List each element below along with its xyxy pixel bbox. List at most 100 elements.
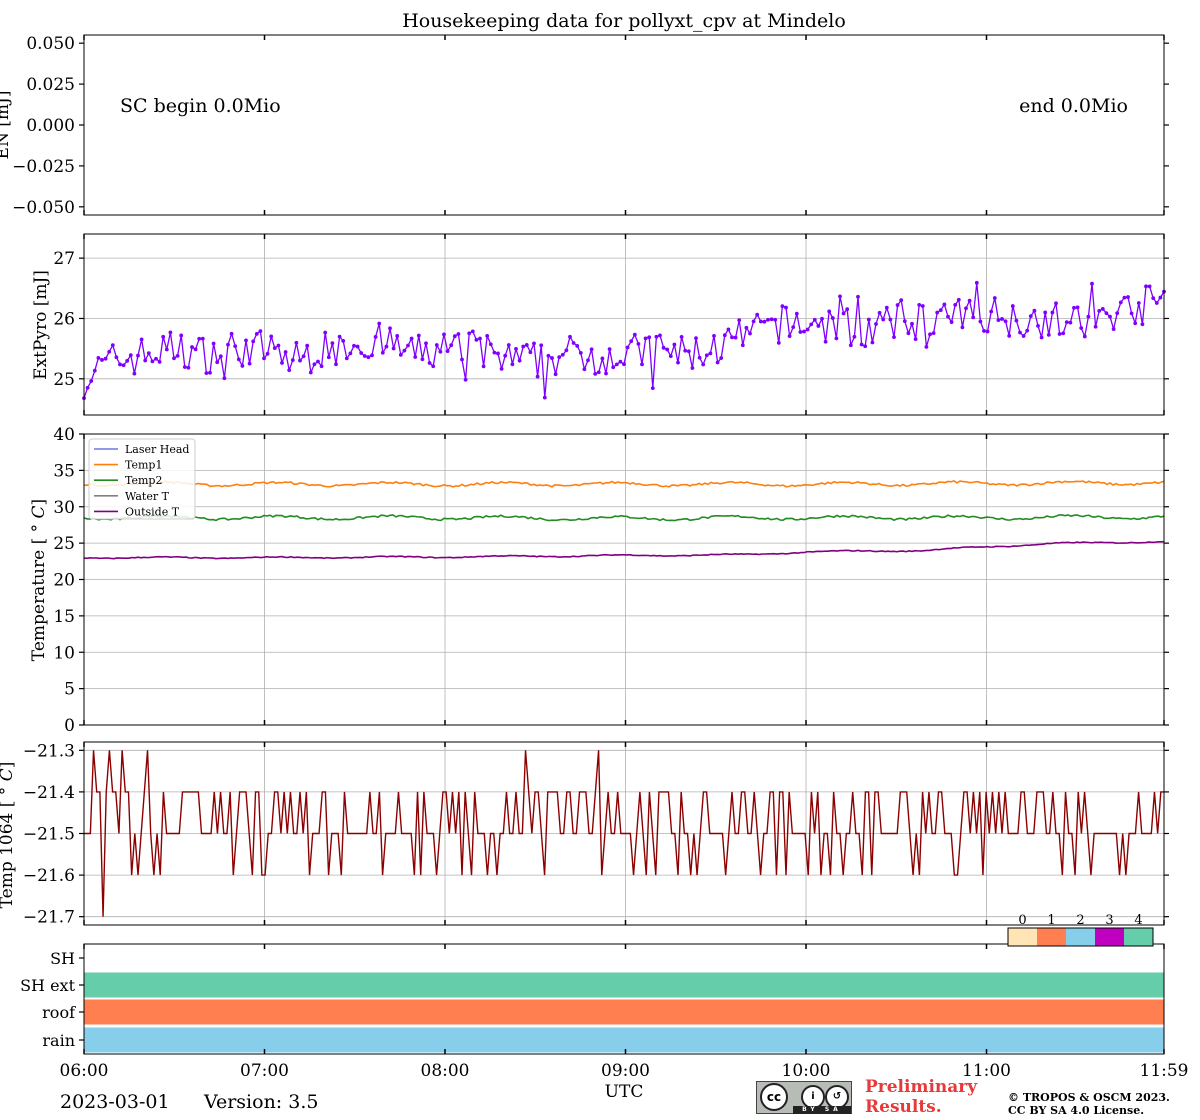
cc-icon: cc [760, 1083, 788, 1111]
extpyro-point [676, 360, 680, 365]
extpyro-point [586, 358, 590, 363]
extpyro-point [481, 364, 486, 369]
x-tick-label: 07:00 [240, 1061, 289, 1081]
y-tick-label: 0 [64, 716, 75, 736]
extpyro-point [1100, 307, 1105, 311]
extpyro-point [323, 330, 328, 335]
extpyro-point [884, 305, 889, 310]
extpyro-point [1129, 311, 1134, 316]
extpyro-point [1108, 314, 1112, 319]
extpyro-point [766, 317, 770, 322]
extpyro-point [550, 356, 554, 360]
extpyro-point [229, 331, 234, 336]
y-tick-label: −21.4 [23, 783, 75, 803]
extpyro-point [1151, 296, 1156, 301]
x-tick-label: 06:00 [60, 1061, 109, 1081]
extpyro-point [1050, 310, 1055, 315]
extpyro-point [384, 344, 389, 349]
extpyro-point [528, 350, 533, 355]
extpyro-point [557, 355, 562, 360]
extpyro-point [514, 347, 518, 351]
extpyro-point [816, 324, 821, 328]
extpyro-point [463, 377, 468, 382]
y-tick-label: 26 [53, 309, 75, 329]
extpyro-point [1097, 308, 1102, 313]
version-label: Version: 3.5 [204, 1091, 319, 1113]
extpyro-point [1115, 311, 1120, 316]
preliminary-notice: Preliminary Results. [865, 1077, 977, 1117]
extpyro-point [204, 371, 209, 376]
extpyro-point [758, 319, 763, 324]
extpyro-point [625, 345, 630, 350]
extpyro-point [478, 336, 482, 341]
extpyro-point [704, 353, 709, 358]
extpyro-point [373, 335, 378, 339]
extpyro-point [114, 355, 119, 360]
extpyro-point [157, 359, 162, 364]
extpyro-point [128, 353, 133, 358]
extpyro-point [1032, 308, 1037, 313]
extpyro-point [906, 331, 911, 336]
extpyro-point [139, 337, 144, 342]
extpyro-point [985, 329, 990, 334]
extpyro-point [283, 350, 288, 354]
extpyro-point [575, 344, 580, 348]
sc-begin-annotation: SC begin 0.0Mio [120, 95, 281, 117]
colorbar-tick-label: 3 [1105, 913, 1113, 928]
extpyro-point [697, 355, 702, 360]
legend-entry: Water T [125, 490, 170, 503]
extpyro-point [845, 307, 850, 312]
extpyro-point [1082, 334, 1087, 339]
extpyro-point [614, 362, 619, 367]
colorbar-tick-label: 0 [1018, 913, 1026, 928]
extpyro-point [744, 325, 749, 330]
extpyro-point [524, 343, 529, 347]
extpyro-point [416, 333, 421, 338]
extpyro-point [402, 348, 407, 353]
extpyro-point [301, 354, 306, 359]
extpyro-point [161, 334, 166, 339]
extpyro-point [330, 341, 335, 346]
x-tick-label: 11:59 [1140, 1061, 1189, 1081]
extpyro-point [1043, 310, 1048, 315]
y-tick-label: 40 [53, 425, 75, 445]
extpyro-point [748, 331, 752, 336]
extpyro-point [668, 354, 673, 359]
extpyro-point [1000, 317, 1004, 321]
extpyro-point [618, 359, 623, 364]
legend-entry: Outside T [125, 505, 180, 518]
extpyro-point [348, 351, 353, 356]
extpyro-point [1025, 328, 1030, 333]
extpyro-point [150, 359, 155, 364]
extpyro-point [665, 347, 670, 352]
extpyro-point [431, 364, 436, 369]
status-row-bar [84, 972, 1164, 998]
extpyro-point [881, 317, 886, 322]
extpyro-point [809, 322, 814, 327]
extpyro-point [1086, 314, 1091, 319]
extpyro-point [190, 345, 194, 349]
extpyro-point [679, 335, 684, 339]
extpyro-point [517, 358, 522, 363]
temp1064-ylabel: Temp 1064 [ ° C] [0, 762, 17, 909]
extpyro-point [1075, 305, 1080, 310]
extpyro-point [859, 342, 864, 347]
extpyro-point [316, 359, 320, 364]
extpyro-point [946, 314, 950, 319]
extpyro-point [452, 334, 457, 339]
extpyro-point [928, 332, 932, 337]
extpyro-point [125, 358, 130, 363]
extpyro-point [377, 321, 382, 326]
extpyro-point [236, 357, 241, 362]
extpyro-point [186, 365, 191, 370]
extpyro-point [290, 358, 295, 362]
extpyro-point [294, 340, 299, 345]
extpyro-point [391, 346, 396, 351]
extpyro-point [611, 365, 616, 370]
y-tick-label: 0.025 [26, 75, 75, 95]
extpyro-point [107, 349, 112, 354]
extpyro-point [848, 343, 853, 348]
extpyro-point [578, 351, 583, 355]
extpyro-point [564, 348, 569, 353]
y-tick-label: 30 [53, 498, 75, 518]
